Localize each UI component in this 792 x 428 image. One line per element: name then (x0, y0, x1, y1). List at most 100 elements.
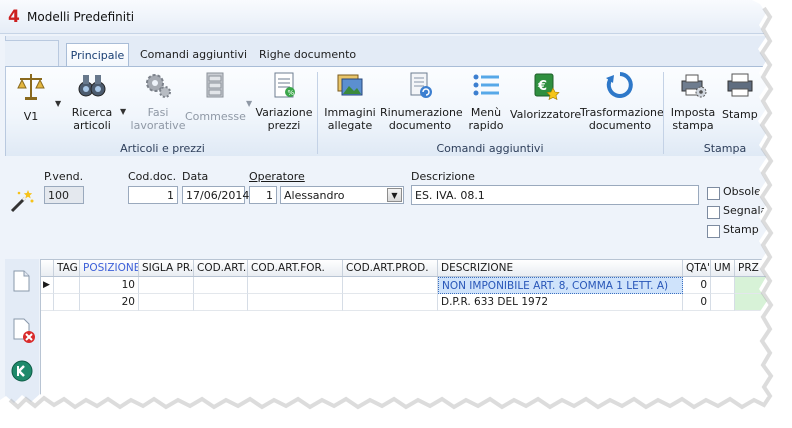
cell-prz[interactable] (735, 277, 775, 294)
gears-icon (130, 70, 186, 103)
operatore-select[interactable]: Alessandro (280, 186, 404, 204)
cell-qta[interactable]: 0 (683, 277, 711, 294)
stampa-label: Stamp (722, 108, 758, 121)
binoculars-icon (66, 70, 118, 103)
scales-icon (12, 70, 50, 105)
cell-descrizione[interactable]: D.P.R. 633 DEL 1972 (438, 294, 683, 311)
obsoleto-checkbox[interactable] (707, 187, 720, 200)
column-header-cod-art-prod[interactable]: COD.ART.PROD. (343, 260, 438, 276)
printer-settings-icon (668, 70, 718, 103)
column-header-cod-art[interactable]: COD.ART. (194, 260, 248, 276)
magic-wand-icon[interactable] (9, 188, 35, 217)
ricerca-label-1: Ricerca (71, 106, 113, 119)
coddoc-field[interactable]: 1 (128, 186, 178, 204)
valorizzatore-label: Valorizzatore (510, 108, 582, 121)
valorizzatore-button[interactable]: € Valorizzatore (510, 70, 582, 121)
stampa-button[interactable]: Stamp (722, 70, 775, 121)
segnala-label: Segnala (723, 204, 768, 217)
trasformazione-label-1: Trasformazione (580, 106, 664, 119)
rinumerazione-label-1: Rinumerazione (380, 106, 463, 119)
cell-cod-art-prod[interactable] (343, 277, 438, 294)
column-header-sigla-pr[interactable]: SIGLA PR. (139, 260, 194, 276)
ricerca-dropdown-icon[interactable]: ▼ (120, 107, 126, 116)
menu-label-1: Menù (470, 106, 502, 119)
delete-row-icon[interactable] (11, 318, 37, 347)
pvend-field[interactable]: 100 (44, 186, 84, 204)
operatore-selected-value: Alessandro (284, 189, 345, 202)
menu-rapido-button[interactable]: Menù rapido (464, 70, 508, 132)
operatore-code-field[interactable]: 1 (249, 186, 277, 204)
back-icon[interactable] (11, 360, 33, 385)
descrizione-field[interactable]: ES. IVA. 08.1 (411, 185, 699, 205)
cell-posizione[interactable]: 20 (80, 294, 139, 311)
quick-access-area (5, 40, 59, 67)
cell-cod-art[interactable] (194, 294, 248, 311)
variazione-label-2: prezzi (267, 119, 301, 132)
trasformazione-documento-button[interactable]: Trasformazione documento (580, 70, 664, 132)
cell-descrizione[interactable]: NON IMPONIBILE ART. 8, COMMA 1 LETT. A) (438, 277, 683, 294)
cabinet-icon (185, 70, 245, 103)
column-header-qta[interactable]: QTA' (683, 260, 711, 276)
cell-um[interactable] (711, 277, 735, 294)
new-row-icon[interactable] (11, 270, 31, 295)
column-header-cod-art-for[interactable]: COD.ART.FOR. (248, 260, 343, 276)
immagini-allegate-button[interactable]: Immagini allegate (322, 70, 378, 132)
cell-sigla-pr[interactable] (139, 277, 194, 294)
cell-posizione[interactable]: 10 (80, 277, 139, 294)
segnala-checkbox[interactable] (707, 206, 720, 219)
cell-prz[interactable] (735, 294, 775, 311)
table-row[interactable]: ▶ 10 NON IMPONIBILE ART. 8, COMMA 1 LETT… (41, 277, 775, 294)
stampa-checkbox-label: Stamp (723, 223, 759, 236)
column-header-um[interactable]: UM (711, 260, 735, 276)
cell-tag[interactable] (54, 294, 80, 311)
group-label-stampa: Stampa (703, 142, 747, 155)
imposta-stampa-button[interactable]: Imposta stampa (668, 70, 718, 132)
column-header-prz[interactable]: PRZ (735, 260, 775, 276)
pvend-label: P.vend. (44, 170, 84, 183)
tab-righe-documento[interactable]: Righe documento (255, 44, 360, 67)
ricerca-articoli-button[interactable]: Ricerca articoli (66, 70, 118, 132)
commesse-button[interactable]: Commesse (185, 70, 246, 123)
menu-label-2: rapido (468, 119, 504, 132)
cell-cod-art-for[interactable] (248, 294, 343, 311)
column-header-posizione[interactable]: POSIZIONE (80, 260, 139, 276)
transform-arrow-icon (580, 70, 660, 103)
cell-qta[interactable]: 0 (683, 294, 711, 311)
cell-cod-art-prod[interactable] (343, 294, 438, 311)
commesse-dropdown-icon[interactable]: ▼ (246, 99, 252, 108)
cell-tag[interactable] (54, 277, 80, 294)
column-header-descrizione[interactable]: DESCRIZIONE (438, 260, 683, 276)
v1-dropdown-icon[interactable]: ▼ (55, 99, 61, 108)
immagini-label-1: Immagini (324, 106, 376, 119)
group-separator (663, 72, 664, 154)
app-window: 4 Modelli Predefiniti Principale Comandi… (0, 0, 775, 405)
operatore-dropdown-icon[interactable]: ▼ (387, 188, 402, 202)
current-row-indicator-icon: ▶ (41, 277, 54, 294)
descrizione-label: Descrizione (411, 170, 475, 183)
column-header-tag[interactable]: TAG (54, 260, 80, 276)
group-separator (317, 72, 318, 154)
column-header-indicator (41, 260, 54, 276)
svg-text:€: € (537, 79, 547, 94)
commesse-label: Commesse (185, 110, 246, 123)
operatore-label[interactable]: Operatore (249, 170, 305, 183)
cell-sigla-pr[interactable] (139, 294, 194, 311)
cell-cod-art-for[interactable] (248, 277, 343, 294)
fasi-label-1: Fasi (147, 106, 169, 119)
rinumerazione-documento-button[interactable]: Rinumerazione documento (380, 70, 463, 132)
tab-comandi-aggiuntivi[interactable]: Comandi aggiuntivi (136, 44, 251, 67)
table-row[interactable]: 20 D.P.R. 633 DEL 1972 0 (41, 294, 775, 311)
cell-um[interactable] (711, 294, 735, 311)
data-field[interactable]: 17/06/2014 (182, 186, 249, 204)
fasi-lavorative-button[interactable]: Fasi lavorative (130, 70, 186, 132)
coddoc-label: Cod.doc. (128, 170, 177, 183)
variazione-prezzi-button[interactable]: % Variazione prezzi (255, 70, 313, 132)
fasi-label-2: lavorative (130, 119, 186, 132)
cell-cod-art[interactable] (194, 277, 248, 294)
v1-button[interactable]: V1 (12, 70, 50, 123)
obsoleto-label: Obsole (723, 185, 761, 198)
renumber-document-icon (380, 70, 460, 103)
tab-principale[interactable]: Principale (66, 43, 129, 68)
stampa-checkbox[interactable] (707, 225, 720, 238)
window-title: Modelli Predefiniti (27, 10, 135, 24)
